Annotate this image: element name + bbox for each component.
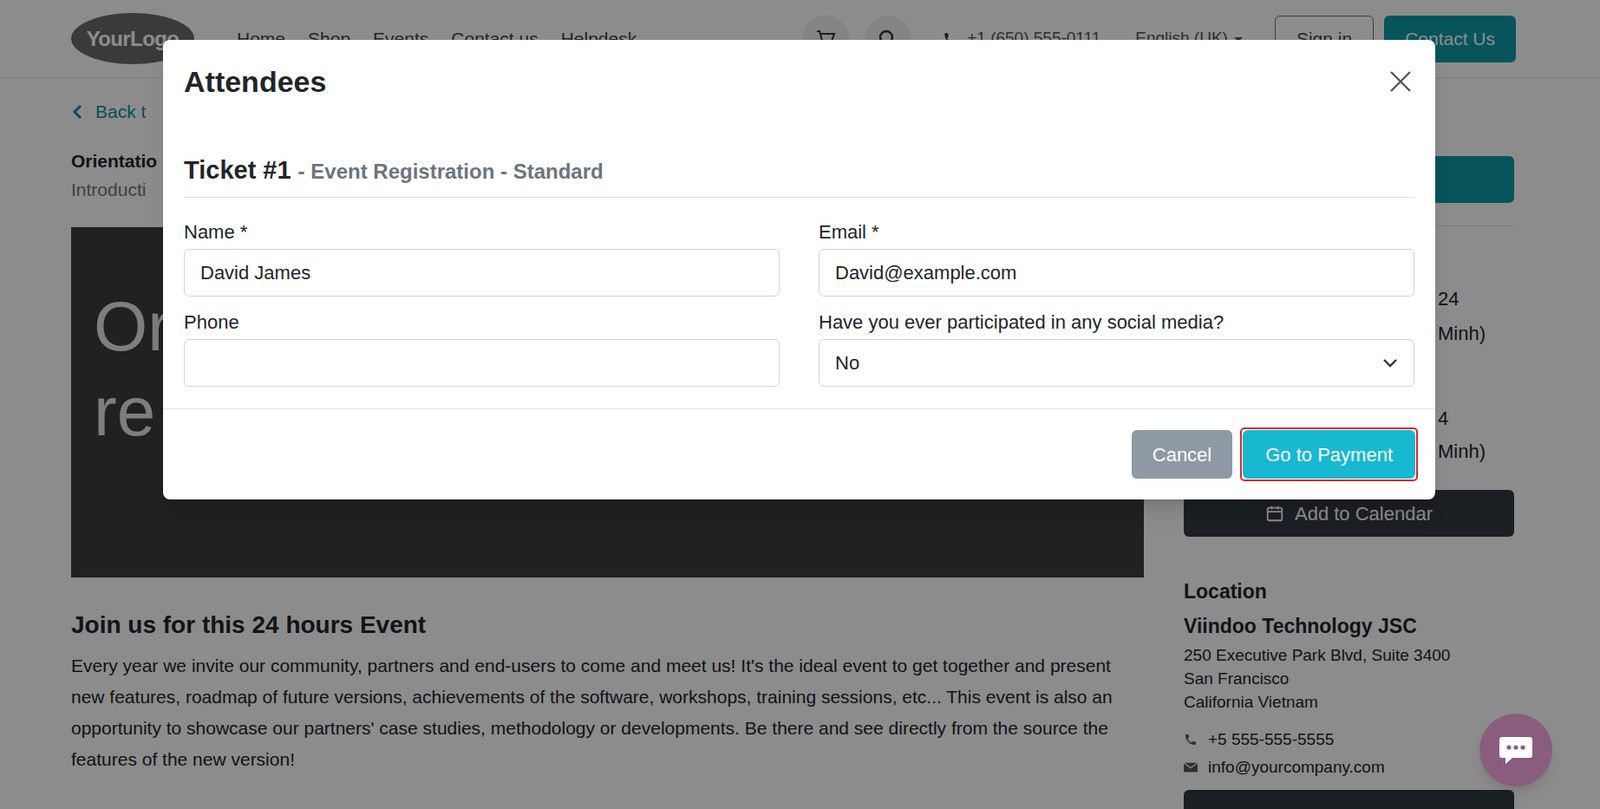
form-field: Have you ever participated in any social… [818,310,1415,387]
chevron-down-icon [1382,358,1398,369]
dialog-header: Attendees [163,39,1436,117]
chat-icon [1498,735,1534,765]
button-label: Cancel [1152,444,1212,466]
dialog-footer: Cancel Go to Payment [163,408,1436,500]
cancel-button[interactable]: Cancel [1131,430,1233,479]
button-label: Go to Payment [1265,444,1393,466]
close-icon[interactable] [1386,67,1415,96]
attendee-form: Name * Email * Phone Have you ever particip… [183,220,1415,409]
field-label: Name * [183,220,780,245]
button-highlight: Cancel [1131,430,1233,479]
ticket-number: Ticket #1 [183,154,292,186]
ticket-heading: Ticket #1 - Event Registration - Standar… [183,154,1415,198]
field-label: Have you ever participated in any social… [818,310,1415,335]
form-field: Name * [183,220,780,297]
field-label: Phone [183,310,780,335]
field-select[interactable]: No [818,339,1415,387]
field-input[interactable] [818,248,1415,297]
select-value: No [835,348,860,378]
dialog-title: Attendees [183,64,327,99]
dialog-body: Ticket #1 - Event Registration - Standar… [163,154,1436,409]
form-field: Phone [183,310,780,387]
field-input[interactable] [183,339,780,387]
form-field: Email * [818,220,1415,297]
button-highlight: Go to Payment [1242,430,1416,479]
go-to-payment-button[interactable]: Go to Payment [1242,430,1416,479]
field-label: Email * [818,220,1415,245]
attendees-dialog: Attendees Ticket #1 - Event Registration… [163,39,1436,500]
chat-button[interactable] [1479,713,1553,787]
ticket-type: - Event Registration - Standard [298,156,604,188]
field-input[interactable] [183,248,780,297]
